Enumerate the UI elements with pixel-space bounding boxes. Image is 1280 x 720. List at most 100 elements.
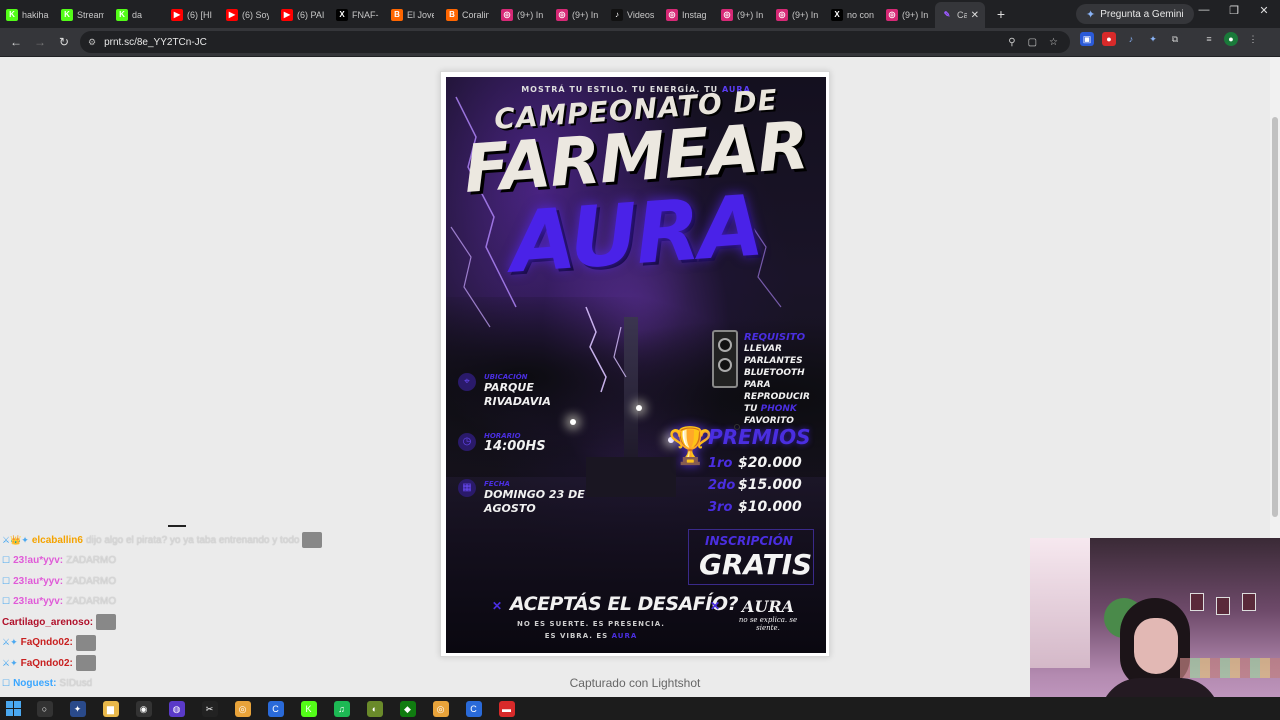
restore-button[interactable]: ❐	[1224, 4, 1244, 17]
chat-username[interactable]: Noguest:	[13, 678, 56, 689]
browser-tab[interactable]: K Stream	[55, 2, 110, 28]
tab-title: (6) PAI	[297, 10, 324, 20]
screenshot-frame: MOSTRÁ TU ESTILO. TU ENERGÍA. TU AURA CA…	[440, 71, 830, 657]
tab-title: Videos	[627, 10, 654, 20]
browser-tab[interactable]: ▶ (6) Soy	[220, 2, 275, 28]
taskbar-files-icon[interactable]: ▆	[102, 700, 119, 717]
chat-badge-icon: ☐	[2, 678, 11, 689]
address-bar[interactable]: ⚙ prnt.sc/8e_YY2TCn-JC ⚲ ▢ ☆	[80, 31, 1070, 53]
site-info-icon[interactable]: ⚙	[88, 37, 96, 48]
close-tab-icon[interactable]: ✕	[971, 10, 979, 21]
tab-favicon-icon: ◎	[501, 9, 513, 21]
poster-date: FECHA DOMINGO 23 DE AGOSTO	[484, 480, 585, 515]
webcam-window-light	[1030, 538, 1090, 668]
location-pin-icon: ⌖	[458, 373, 476, 391]
tab-favicon-icon: ▶	[281, 9, 293, 21]
tab-favicon-icon: ◎	[776, 9, 788, 21]
taskbar-app-c-icon[interactable]: C	[267, 700, 284, 717]
extension-translate-icon[interactable]: ▣	[1080, 32, 1094, 46]
minimize-button[interactable]: —	[1194, 4, 1214, 16]
forward-button[interactable]: →	[28, 35, 52, 49]
taskbar-chrome-devtools-icon[interactable]: ✦	[69, 700, 86, 717]
start-button[interactable]	[0, 700, 28, 717]
menu-kebab-icon[interactable]: ⋮	[1246, 32, 1260, 46]
taskbar-chrome-profile-icon[interactable]: ◍	[168, 700, 185, 717]
taskbar-search-icon[interactable]: ○	[36, 700, 53, 717]
browser-tab[interactable]: Khakiha	[0, 2, 55, 28]
browser-tab[interactable]: B El Jove	[385, 2, 440, 28]
chat-message-text: ZADARMO	[66, 596, 117, 608]
browser-tab[interactable]: ◎ (9+) In	[715, 2, 770, 28]
poster-subline-2: ES VIBRA. ES AURA	[544, 632, 638, 640]
reload-button[interactable]: ↻	[52, 35, 76, 49]
taskbar-app-c2-icon[interactable]: C	[465, 700, 482, 717]
taskbar-kick-icon[interactable]: K	[300, 700, 317, 717]
poster-location: UBICACIÓN PARQUE RIVADAVIA	[484, 373, 551, 408]
browser-tab[interactable]: ◎ (9+) In	[770, 2, 825, 28]
chat-username[interactable]: elcaballin6	[32, 535, 83, 546]
extensions-puzzle-icon[interactable]: ⧉	[1168, 32, 1182, 46]
tab-title: Stream	[77, 10, 104, 20]
extension-lens-icon[interactable]: ✦	[1146, 32, 1160, 46]
cast-icon[interactable]: ▢	[1028, 37, 1037, 48]
tab-title: El Jove	[407, 10, 434, 20]
browser-tab[interactable]: ◎ (9+) In	[495, 2, 550, 28]
chat-badge-icon: ⚔👑✦	[2, 534, 29, 545]
chat-username[interactable]: FaQndo02:	[21, 637, 73, 648]
poster-monument-base	[586, 457, 676, 497]
tab-title: no con	[847, 10, 874, 20]
taskbar-chrome-icon[interactable]: ◎	[234, 700, 251, 717]
browser-tab-active[interactable]: ✎ Ca ✕	[935, 2, 985, 28]
poster-time: HORARIO 14:00HS	[484, 432, 546, 454]
browser-tab[interactable]: X FNAF-	[330, 2, 385, 28]
new-tab-button[interactable]: +	[989, 6, 1013, 22]
extensions-area: ▣ ● ♪ ✦ ⧉ ≡ ● ⋮	[1080, 32, 1260, 46]
taskbar-app-mask-icon[interactable]: ◐	[366, 700, 383, 717]
prize-row: 1ro $20.000	[708, 455, 802, 471]
browser-tab[interactable]: B Coralin	[440, 2, 495, 28]
bookmark-star-icon[interactable]: ☆	[1049, 37, 1058, 48]
gemini-icon: ✦	[1086, 8, 1096, 21]
tab-title: (9+) In	[517, 10, 544, 20]
taskbar-xbox-icon[interactable]: ◆	[399, 700, 416, 717]
close-window-button[interactable]: ✕	[1254, 4, 1274, 17]
chat-username[interactable]: Cartilago_arenoso:	[2, 617, 93, 628]
tab-favicon-icon: K	[61, 9, 73, 21]
tab-favicon-icon: ▶	[171, 9, 183, 21]
browser-tab[interactable]: Kda	[110, 2, 165, 28]
browser-tab[interactable]: ◎ Instag	[660, 2, 715, 28]
webcam-overlay	[1030, 538, 1280, 720]
poster-lamp	[636, 405, 642, 411]
tab-favicon-icon: ◎	[666, 9, 678, 21]
browser-tab[interactable]: Xno con	[825, 2, 880, 28]
browser-tab[interactable]: ◎ (9+) In	[880, 2, 935, 28]
chat-username[interactable]: 23!au*yyv:	[13, 596, 63, 607]
profile-avatar[interactable]: ●	[1224, 32, 1238, 46]
browser-tab[interactable]: ▶ (6) [HI	[165, 2, 220, 28]
gemini-button[interactable]: ✦ Pregunta a Gemini	[1076, 4, 1194, 24]
chat-username[interactable]: FaQndo02:	[21, 658, 73, 669]
reading-list-icon[interactable]: ≡	[1202, 32, 1216, 46]
chat-username[interactable]: 23!au*yyv:	[13, 555, 63, 566]
browser-tab[interactable]: ♪ Videos	[605, 2, 660, 28]
tab-favicon-icon: ◎	[886, 9, 898, 21]
tab-title: (9+) In	[902, 10, 929, 20]
tab-title: Instag	[682, 10, 707, 20]
chat-username[interactable]: 23!au*yyv:	[13, 576, 63, 587]
extension-audio-icon[interactable]: ♪	[1124, 32, 1138, 46]
zoom-icon[interactable]: ⚲	[1008, 37, 1015, 48]
taskbar-streamer-app-icon[interactable]: ▬	[498, 700, 515, 717]
tab-favicon-icon: B	[446, 9, 458, 21]
prize-row: 2do $15.000	[708, 477, 802, 493]
taskbar-chrome-active-icon[interactable]: ◎	[432, 700, 449, 717]
tab-favicon-icon: ▶	[226, 9, 238, 21]
scrollbar-thumb[interactable]	[1272, 117, 1278, 517]
back-button[interactable]: ←	[4, 35, 28, 49]
taskbar-capcut-icon[interactable]: ✂	[201, 700, 218, 717]
browser-tab[interactable]: ▶ (6) PAI	[275, 2, 330, 28]
extension-adblock-icon[interactable]: ●	[1102, 32, 1116, 46]
taskbar-spotify-icon[interactable]: ♫	[333, 700, 350, 717]
browser-tab[interactable]: ◎ (9+) In	[550, 2, 605, 28]
taskbar-obs-icon[interactable]: ◉	[135, 700, 152, 717]
chat-badge-icon: ☐	[2, 575, 11, 586]
